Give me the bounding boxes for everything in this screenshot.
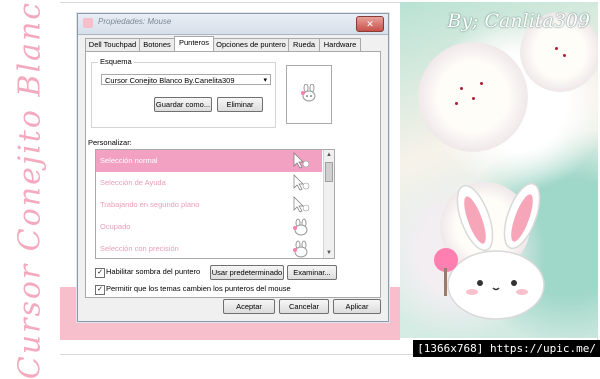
- scroll-down-icon[interactable]: ▼: [324, 248, 334, 258]
- author-text: By; Canlita309: [447, 10, 590, 32]
- apply-button[interactable]: Aplicar: [333, 299, 381, 314]
- bunny-cursor-icon: [293, 152, 310, 169]
- scheme-value: Cursor Conejito Blanco By.Canelita309: [105, 76, 235, 85]
- customize-label: Personalizar:: [88, 138, 132, 147]
- themes-checkbox[interactable]: ✓: [95, 285, 105, 295]
- scheme-label: Esquema: [98, 57, 134, 66]
- shadow-checkbox[interactable]: ✓: [95, 268, 105, 278]
- cursor-preview: [286, 65, 332, 124]
- save-as-button[interactable]: Guardar como...: [154, 97, 212, 112]
- stamen: [455, 102, 458, 105]
- scroll-up-icon[interactable]: ▲: [324, 150, 334, 160]
- tab-rueda[interactable]: Rueda: [288, 38, 320, 51]
- vertical-title: Cursor Conejito Blanco: [12, 0, 48, 379]
- list-scrollbar[interactable]: ▲ ▼: [323, 150, 334, 258]
- delete-button[interactable]: Eliminar: [217, 97, 263, 112]
- bunny-cursor-icon: [293, 240, 308, 258]
- cursor-list: Selección normal Selección de Ayuda Trab…: [95, 149, 335, 259]
- bunny-cursor-icon: [293, 218, 308, 236]
- list-item[interactable]: Selección de Ayuda: [96, 172, 322, 194]
- stamen: [480, 82, 483, 85]
- bunny-cursor-icon: [293, 174, 310, 191]
- shadow-checkbox-label: Habilitar sombra del puntero: [106, 267, 201, 276]
- tab-punteros[interactable]: Punteros: [174, 36, 214, 52]
- ok-button[interactable]: Aceptar: [223, 299, 275, 314]
- url-bar: [1366x768] https://upic.me/: [413, 340, 600, 357]
- mouse-properties-dialog: Propiedades: Mouse ✕ Dell Touchpad Boton…: [77, 13, 389, 322]
- tab-opciones-de-puntero[interactable]: Opciones de puntero: [213, 38, 289, 51]
- bunny-mascot: [434, 182, 545, 320]
- scheme-group: Esquema Cursor Conejito Blanco By.Caneli…: [91, 57, 276, 128]
- themes-checkbox-label: Permitir que los temas cambien los punte…: [106, 284, 291, 293]
- list-item[interactable]: Trabajando en segundo plano: [96, 194, 322, 216]
- stamen: [472, 97, 475, 100]
- list-item[interactable]: Selección con precisión: [96, 238, 322, 258]
- list-item[interactable]: Ocupado: [96, 216, 322, 238]
- stamen: [460, 87, 463, 90]
- bunny-cursor-icon: [301, 84, 316, 102]
- stamen: [555, 47, 558, 50]
- scheme-select[interactable]: Cursor Conejito Blanco By.Canelita309 ▾: [101, 74, 271, 85]
- bunny-cursor-icon: [293, 196, 310, 213]
- mouse-icon: [83, 18, 93, 28]
- tab-dell-touchpad[interactable]: Dell Touchpad: [85, 38, 140, 51]
- browse-button[interactable]: Examinar...: [287, 265, 337, 280]
- chevron-down-icon: ▾: [263, 77, 267, 84]
- cancel-button[interactable]: Cancelar: [279, 299, 329, 314]
- window-title: Propiedades: Mouse: [98, 17, 172, 26]
- title-bar: Propiedades: Mouse ✕: [78, 14, 388, 35]
- tab-botones[interactable]: Botones: [139, 38, 175, 51]
- scroll-thumb[interactable]: [325, 162, 333, 182]
- list-item[interactable]: Selección normal: [96, 150, 322, 172]
- close-button[interactable]: ✕: [356, 16, 384, 32]
- tab-hardware[interactable]: Hardware: [319, 38, 361, 51]
- stamen: [563, 54, 566, 57]
- punteros-panel: Esquema Cursor Conejito Blanco By.Caneli…: [85, 51, 381, 298]
- use-default-button[interactable]: Usar predeterminado: [210, 265, 284, 280]
